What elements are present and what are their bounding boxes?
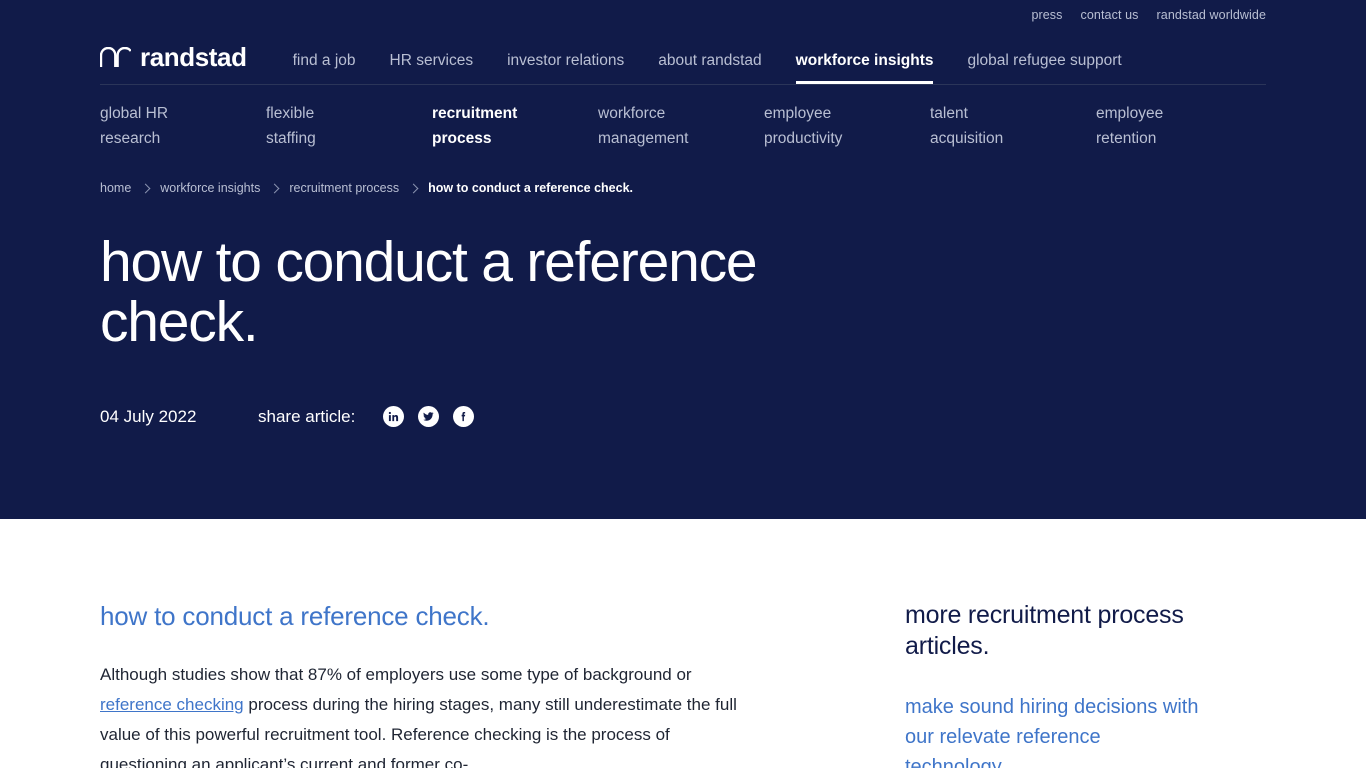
- nav-item-hr-services[interactable]: HR services: [373, 52, 491, 85]
- topbar-link-contact-us[interactable]: contact us: [1081, 9, 1139, 22]
- subnav-item-employee-productivity[interactable]: employee productivity: [764, 101, 930, 151]
- randstad-logo-mark-icon: [99, 46, 132, 68]
- chevron-right-icon: [269, 183, 280, 194]
- facebook-icon: [458, 411, 469, 422]
- page-content: how to conduct a reference check. Althou…: [100, 519, 1266, 768]
- nav-item-global-refugee-support[interactable]: global refugee support: [950, 52, 1138, 85]
- share-buttons: [383, 405, 475, 427]
- randstad-logo[interactable]: randstad: [99, 42, 247, 84]
- article-heading: how to conduct a reference check.: [100, 601, 490, 631]
- subnav-item-flexible-staffing[interactable]: flexible staffing: [266, 101, 432, 151]
- subnav-label-line1: flexible: [266, 105, 315, 122]
- article-column: how to conduct a reference check. Althou…: [100, 600, 800, 768]
- subnav-label-line1: employee: [1096, 105, 1164, 122]
- hero-inner: press contact us randstad worldwide rand…: [99, 0, 1266, 85]
- breadcrumb-item-current: how to conduct a reference check.: [428, 181, 634, 195]
- subnav-item-employee-retention[interactable]: employee retention: [1096, 101, 1262, 151]
- article-paragraph: Although studies show that 87% of employ…: [100, 632, 740, 768]
- nav-item-workforce-insights[interactable]: workforce insights: [779, 52, 951, 85]
- sub-navigation: global HR research flexible staffing rec…: [100, 85, 1266, 151]
- subnav-label-line1: talent: [930, 105, 968, 122]
- randstad-wordmark: randstad: [140, 42, 247, 72]
- paragraph-text-before-link: Although studies show that 87% of employ…: [100, 665, 692, 684]
- linkedin-icon: [388, 411, 399, 422]
- hero-banner: press contact us randstad worldwide rand…: [0, 0, 1366, 519]
- nav-item-find-a-job[interactable]: find a job: [276, 52, 373, 85]
- subnav-label-line2: productivity: [764, 130, 843, 147]
- breadcrumb-item-recruitment-process[interactable]: recruitment process: [289, 182, 399, 195]
- twitter-icon: [423, 411, 434, 422]
- subnav-item-recruitment-process[interactable]: recruitment process: [432, 101, 598, 151]
- nav-item-about-randstad[interactable]: about randstad: [641, 52, 778, 85]
- hero-lower: global HR research flexible staffing rec…: [100, 85, 1266, 427]
- topbar-link-press[interactable]: press: [1031, 9, 1062, 22]
- subnav-label-line2: acquisition: [930, 130, 1004, 147]
- breadcrumb: home workforce insights recruitment proc…: [100, 151, 1266, 195]
- page-title: how to conduct a reference check.: [100, 229, 758, 354]
- article-meta: 04 July 2022 share article:: [100, 352, 1266, 427]
- share-facebook-button[interactable]: [453, 405, 475, 427]
- subnav-label-line2: retention: [1096, 130, 1157, 147]
- subnav-label-line2: research: [100, 130, 161, 147]
- subnav-item-workforce-management[interactable]: workforce management: [598, 101, 764, 151]
- subnav-label-line2: process: [432, 130, 492, 147]
- topbar-link-randstad-worldwide[interactable]: randstad worldwide: [1157, 9, 1267, 22]
- subnav-label-line2: management: [598, 130, 689, 147]
- subnav-label-line1: recruitment: [432, 105, 518, 122]
- subnav-item-talent-acquisition[interactable]: talent acquisition: [930, 101, 1096, 151]
- nav-item-investor-relations[interactable]: investor relations: [490, 52, 641, 85]
- related-articles-heading: more recruitment process articles.: [905, 601, 1184, 660]
- share-twitter-button[interactable]: [418, 405, 440, 427]
- breadcrumb-item-workforce-insights[interactable]: workforce insights: [160, 182, 260, 195]
- utility-topbar: press contact us randstad worldwide: [100, 0, 1266, 26]
- main-navigation: randstad find a job HR services investor…: [99, 26, 1266, 85]
- chevron-right-icon: [408, 183, 419, 194]
- related-article-link[interactable]: make sound hiring decisions with our rel…: [905, 662, 1206, 768]
- subnav-label-line1: employee: [764, 105, 832, 122]
- reference-checking-link[interactable]: reference checking: [100, 695, 244, 714]
- breadcrumb-item-home[interactable]: home: [100, 182, 131, 195]
- share-label: share article:: [258, 406, 356, 426]
- chevron-right-icon: [140, 183, 151, 194]
- publish-date: 04 July 2022: [100, 406, 197, 426]
- subnav-item-global-hr-research[interactable]: global HR research: [100, 101, 266, 151]
- subnav-label-line2: staffing: [266, 130, 316, 147]
- main-nav-links: find a job HR services investor relation…: [276, 52, 1139, 85]
- related-articles-column: more recruitment process articles. make …: [800, 600, 1206, 768]
- subnav-label-line1: global HR: [100, 105, 169, 122]
- share-linkedin-button[interactable]: [383, 405, 405, 427]
- subnav-label-line1: workforce: [598, 105, 666, 122]
